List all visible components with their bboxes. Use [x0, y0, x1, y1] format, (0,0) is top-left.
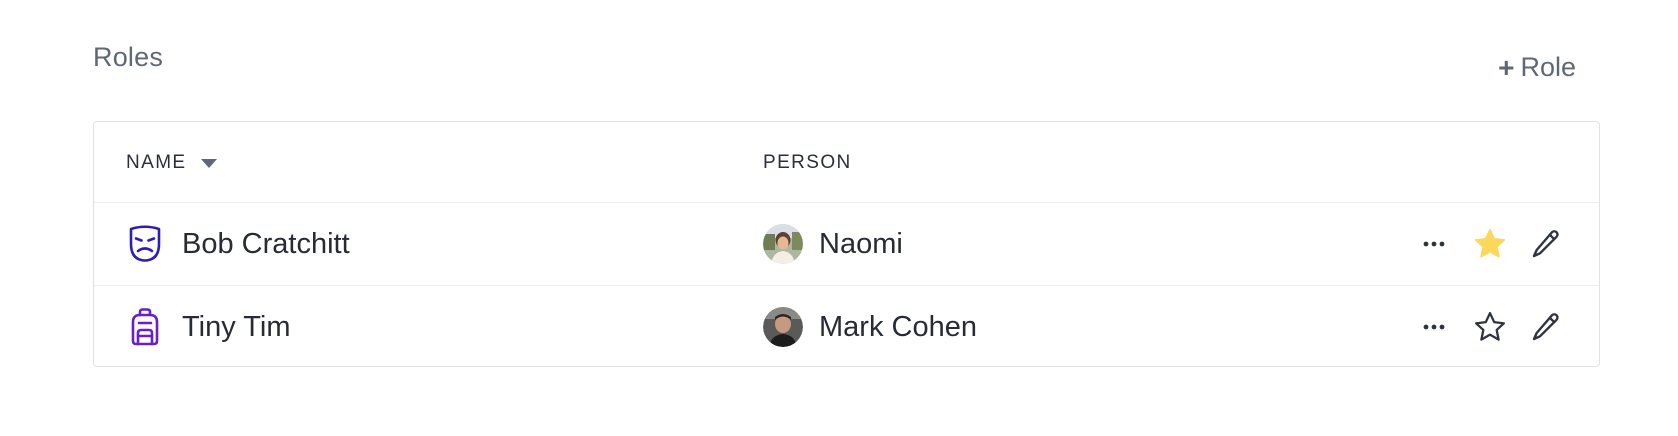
table-header: NAME PERSON	[94, 122, 1599, 203]
table-row[interactable]: Tiny Tim Mark Cohen	[94, 285, 1599, 367]
roles-page: Roles + Role NAME PERSON Bob Cratchitt N…	[0, 0, 1678, 436]
column-header-person-label: PERSON	[763, 152, 852, 173]
role-name[interactable]: Bob Cratchitt	[182, 228, 350, 261]
more-horizontal-icon[interactable]	[1417, 307, 1451, 347]
add-role-label: Role	[1520, 52, 1576, 82]
star-outline-icon[interactable]	[1473, 307, 1507, 347]
person-name[interactable]: Mark Cohen	[819, 311, 977, 344]
row-actions	[1417, 203, 1563, 285]
roles-table: NAME PERSON Bob Cratchitt Naomi Tiny Tim…	[93, 121, 1600, 367]
column-header-name-label: NAME	[126, 152, 187, 173]
role-cell: Bob Cratchitt	[126, 203, 350, 285]
section-title: Roles	[93, 42, 164, 72]
backpack-icon	[126, 307, 164, 347]
avatar-mark-cohen[interactable]	[763, 307, 803, 347]
column-header-name[interactable]: NAME	[126, 152, 217, 174]
person-cell: Mark Cohen	[763, 286, 977, 368]
person-cell: Naomi	[763, 203, 903, 285]
pencil-icon[interactable]	[1529, 307, 1563, 347]
theater-mask-sad-icon	[126, 224, 164, 264]
avatar-naomi[interactable]	[763, 224, 803, 264]
role-name[interactable]: Tiny Tim	[182, 311, 290, 344]
pencil-icon[interactable]	[1529, 224, 1563, 264]
table-row[interactable]: Bob Cratchitt Naomi	[94, 203, 1599, 285]
star-filled-icon[interactable]	[1473, 224, 1507, 264]
row-actions	[1417, 286, 1563, 368]
plus-icon: +	[1498, 51, 1515, 83]
column-header-person[interactable]: PERSON	[763, 152, 852, 174]
person-name[interactable]: Naomi	[819, 228, 903, 261]
role-cell: Tiny Tim	[126, 286, 290, 368]
sort-descending-icon	[200, 158, 217, 168]
add-role-button[interactable]: + Role	[1498, 52, 1576, 83]
more-horizontal-icon[interactable]	[1417, 224, 1451, 264]
